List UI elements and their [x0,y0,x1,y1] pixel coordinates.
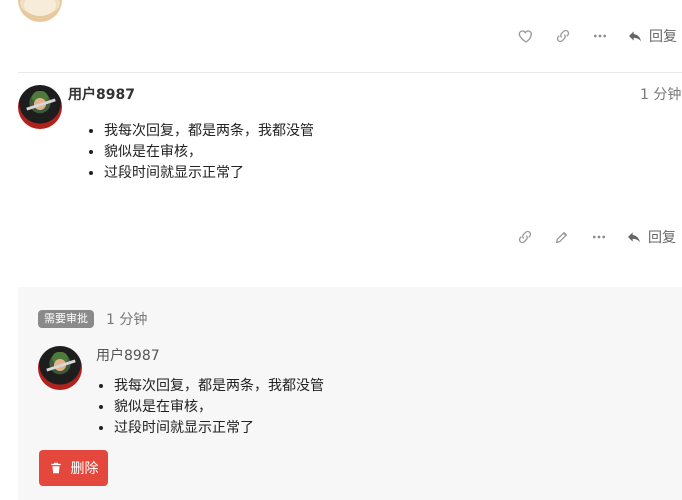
review-body: 我每次回复，都是两条，我都没管 貌似是在审核， 过段时间就显示正常了 [96,376,656,439]
avatar-image [24,0,56,16]
reply-button[interactable]: 回复 [627,26,677,46]
more-icon [593,235,605,239]
delete-button[interactable]: 删除 [39,450,108,486]
list-item: 貌似是在审核， [114,397,656,418]
list-item: 我每次回复，都是两条，我都没管 [114,376,656,397]
avatar[interactable] [38,346,82,390]
list-item: 过段时间就显示正常了 [104,163,646,184]
status-badge: 需要审批 [38,310,94,328]
reply-label: 回复 [649,29,677,45]
link-icon [556,29,570,43]
more-button[interactable] [590,26,610,46]
reply-button[interactable]: 回复 [626,227,676,247]
heart-icon [518,30,532,43]
reply-label: 回复 [648,230,676,246]
post-actions: 回复 [516,22,677,50]
delete-label: 删除 [70,461,99,477]
review-body-list: 我每次回复，都是两条，我都没管 貌似是在审核， 过段时间就显示正常了 [96,376,656,439]
link-icon [518,230,532,244]
review-username[interactable]: 用户8987 [96,345,160,365]
list-item: 过段时间就显示正常了 [114,418,656,439]
avatar[interactable] [18,85,62,129]
review-header: 需要审批 1 分钟 [38,309,147,329]
trash-icon [50,462,61,474]
edit-icon [555,231,568,244]
copy-link-button[interactable] [553,26,573,46]
avatar[interactable] [18,0,62,22]
list-item: 貌似是在审核， [104,142,646,163]
post-divider [18,72,682,73]
post-time[interactable]: 1 分钟 [640,84,681,104]
list-item: 我每次回复，都是两条，我都没管 [104,121,646,142]
post-body-list: 我每次回复，都是两条，我都没管 貌似是在审核， 过段时间就显示正常了 [86,121,646,184]
reply-icon [628,232,640,243]
post-actions: 回复 [515,223,676,251]
like-button[interactable] [516,26,536,46]
more-icon [594,34,606,38]
review-time: 1 分钟 [106,312,148,328]
edit-button[interactable] [552,227,572,247]
username[interactable]: 用户8987 [68,84,135,104]
post-body: 我每次回复，都是两条，我都没管 貌似是在审核， 过段时间就显示正常了 [86,121,646,184]
copy-link-button[interactable] [515,227,535,247]
more-button[interactable] [589,227,609,247]
reply-icon [629,31,641,42]
